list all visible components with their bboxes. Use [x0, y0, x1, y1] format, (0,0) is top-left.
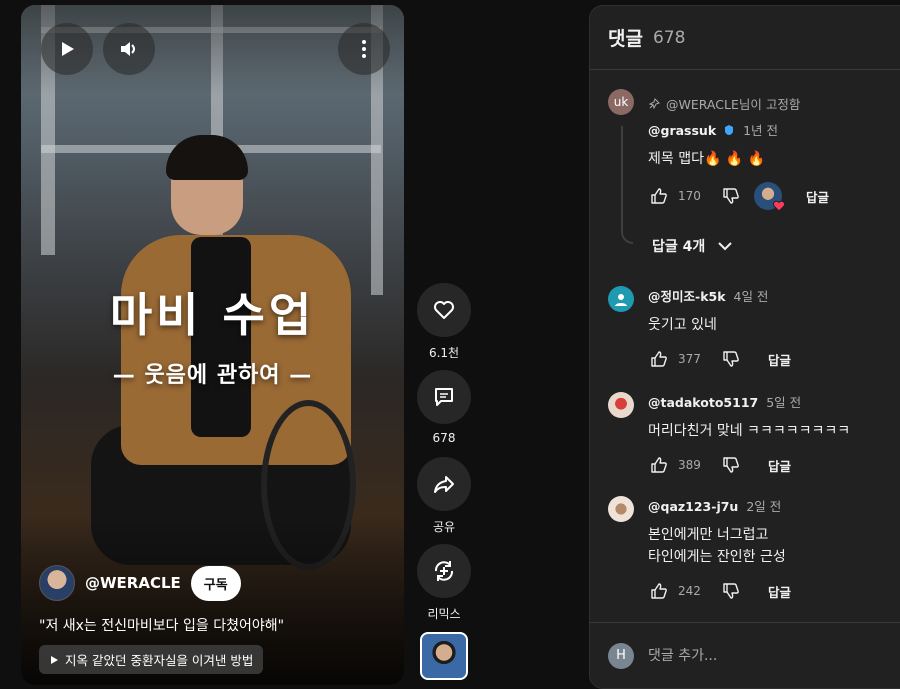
thumbs-up-icon: [651, 351, 667, 367]
comment-time: 2일 전: [746, 499, 782, 514]
shorts-page: 마비 수업 — 웃음에 관하여 — @WERACLE 구독 "저 새x는 전신마…: [0, 0, 900, 689]
creator-heart-avatar: [754, 182, 786, 212]
share-button[interactable]: [417, 457, 471, 511]
comment-text: 머리다친거 맞네 ㅋㅋㅋㅋㅋㅋㅋㅋ: [648, 423, 851, 439]
comment-text: 본인에게만 너그럽고 타인에게는 잔인한 근성: [648, 524, 900, 568]
thumbs-down-button[interactable]: [720, 348, 742, 370]
like-button[interactable]: [417, 283, 471, 337]
like-count: 242: [678, 584, 701, 598]
thumbs-up-icon: [651, 583, 667, 599]
comment-time: 4일 전: [733, 289, 769, 304]
like-count: 377: [678, 352, 701, 366]
thumbs-up-button[interactable]: [648, 185, 670, 207]
play-icon: [62, 42, 74, 56]
remix-button[interactable]: [417, 544, 471, 598]
linked-video-chip[interactable]: 지옥 같았던 중환자실을 이겨낸 방법: [39, 645, 264, 674]
thumbs-down-icon: [723, 457, 739, 473]
video-title-overlay: 마비 수업: [109, 288, 316, 342]
comments-title: 댓글: [608, 28, 643, 50]
comment-text-line: 타인에게는 잔인한 근성: [648, 549, 786, 565]
commenter-avatar[interactable]: [608, 392, 634, 418]
share-action: 공유: [416, 457, 472, 535]
channel-avatar[interactable]: [39, 565, 75, 601]
pinned-text: @WERACLE님이 고정함: [666, 97, 801, 112]
comments-count: 678: [652, 27, 686, 48]
add-comment-bar: H: [590, 622, 900, 688]
commenter-avatar[interactable]: uk: [608, 89, 634, 115]
comment-author[interactable]: @grassuk: [648, 123, 716, 138]
thumbs-up-icon: [651, 457, 667, 473]
commenter-avatar[interactable]: [608, 286, 634, 312]
play-small-icon: [51, 655, 58, 664]
share-icon: [434, 476, 454, 493]
like-count: 389: [678, 458, 701, 472]
verified-badge-icon: [725, 125, 734, 135]
thumbs-down-icon: [723, 188, 739, 204]
like-action: 6.1천: [416, 283, 472, 361]
thumbs-down-button[interactable]: [720, 580, 742, 602]
comment-text-line: 본인에게만 너그럽고: [648, 527, 769, 543]
thumbs-down-button[interactable]: [720, 185, 742, 207]
thumbs-up-button[interactable]: [648, 454, 670, 476]
comment-time: 1년 전: [743, 123, 779, 138]
heart-icon: [434, 301, 454, 319]
share-label: 공유: [432, 520, 456, 534]
comment-time: 5일 전: [766, 395, 802, 410]
comments-button[interactable]: [417, 370, 471, 424]
comment-author[interactable]: @tadakoto5117: [648, 395, 758, 410]
linked-video-title: 지옥 같았던 중환자실을 이겨낸 방법: [65, 653, 254, 668]
play-button[interactable]: [41, 23, 93, 75]
person-hair: [166, 135, 248, 180]
volume-button[interactable]: [103, 23, 155, 75]
remix-action: 리믹스: [416, 544, 472, 622]
comment-icon: [435, 388, 453, 406]
commenter-avatar[interactable]: [608, 496, 634, 522]
remix-label: 리믹스: [427, 607, 461, 621]
reply-button[interactable]: 답글: [768, 456, 791, 475]
pinned-note: @WERACLE님이 고정함: [648, 94, 800, 113]
comments-panel: 댓글 678 uk @WERACLE님이 고정함 @grassuk 1년 전 제…: [589, 5, 900, 689]
video-subtitle-overlay: — 웃음에 관하여 —: [112, 363, 313, 388]
channel-name[interactable]: @WERACLE: [85, 574, 181, 592]
comment-text: 웃기고 있네: [648, 317, 717, 333]
like-count: 6.1천: [428, 346, 460, 360]
add-comment-input[interactable]: [648, 647, 868, 664]
video-player[interactable]: 마비 수업 — 웃음에 관하여 — @WERACLE 구독 "저 새x는 전신마…: [21, 5, 404, 685]
current-user-avatar: H: [608, 642, 634, 669]
comment-author[interactable]: @qaz123-j7u: [648, 499, 738, 514]
sound-thumbnail[interactable]: [420, 632, 468, 680]
like-count: 170: [678, 189, 701, 203]
chevron-down-icon: [718, 242, 732, 251]
reply-button[interactable]: 답글: [768, 350, 791, 369]
heart-icon: [772, 200, 786, 212]
pin-icon: [648, 97, 660, 109]
reply-button[interactable]: 답글: [768, 582, 791, 601]
thumbs-down-icon: [723, 583, 739, 599]
comments-header: 댓글 678: [590, 6, 900, 70]
user-silhouette-icon: [615, 294, 627, 306]
more-options-button[interactable]: [338, 23, 390, 75]
volume-icon: [121, 42, 135, 56]
video-caption: "저 새x는 전신마비보다 입을 다쳤어야해": [39, 618, 285, 634]
replies-count-label: 답글 4개: [652, 239, 706, 255]
channel-row: @WERACLE 구독: [39, 565, 241, 601]
thumbs-down-icon: [723, 351, 739, 367]
remix-icon: [434, 561, 454, 581]
thumbs-up-button[interactable]: [648, 580, 670, 602]
replies-toggle-button[interactable]: 답글 4개: [652, 236, 733, 256]
more-vert-icon: [362, 40, 366, 58]
comment-text: 제목 맵다🔥 🔥 🔥: [648, 151, 766, 167]
thumbs-down-button[interactable]: [720, 454, 742, 476]
comment-action: 678: [416, 370, 472, 445]
reply-button[interactable]: 답글: [806, 187, 829, 206]
comment-count: 678: [432, 431, 456, 445]
comment-author[interactable]: @정미조-k5k: [648, 289, 726, 304]
thumbs-up-icon: [651, 188, 667, 204]
subscribe-button[interactable]: 구독: [190, 565, 241, 601]
thread-connector: [621, 126, 633, 244]
thumbs-up-button[interactable]: [648, 348, 670, 370]
